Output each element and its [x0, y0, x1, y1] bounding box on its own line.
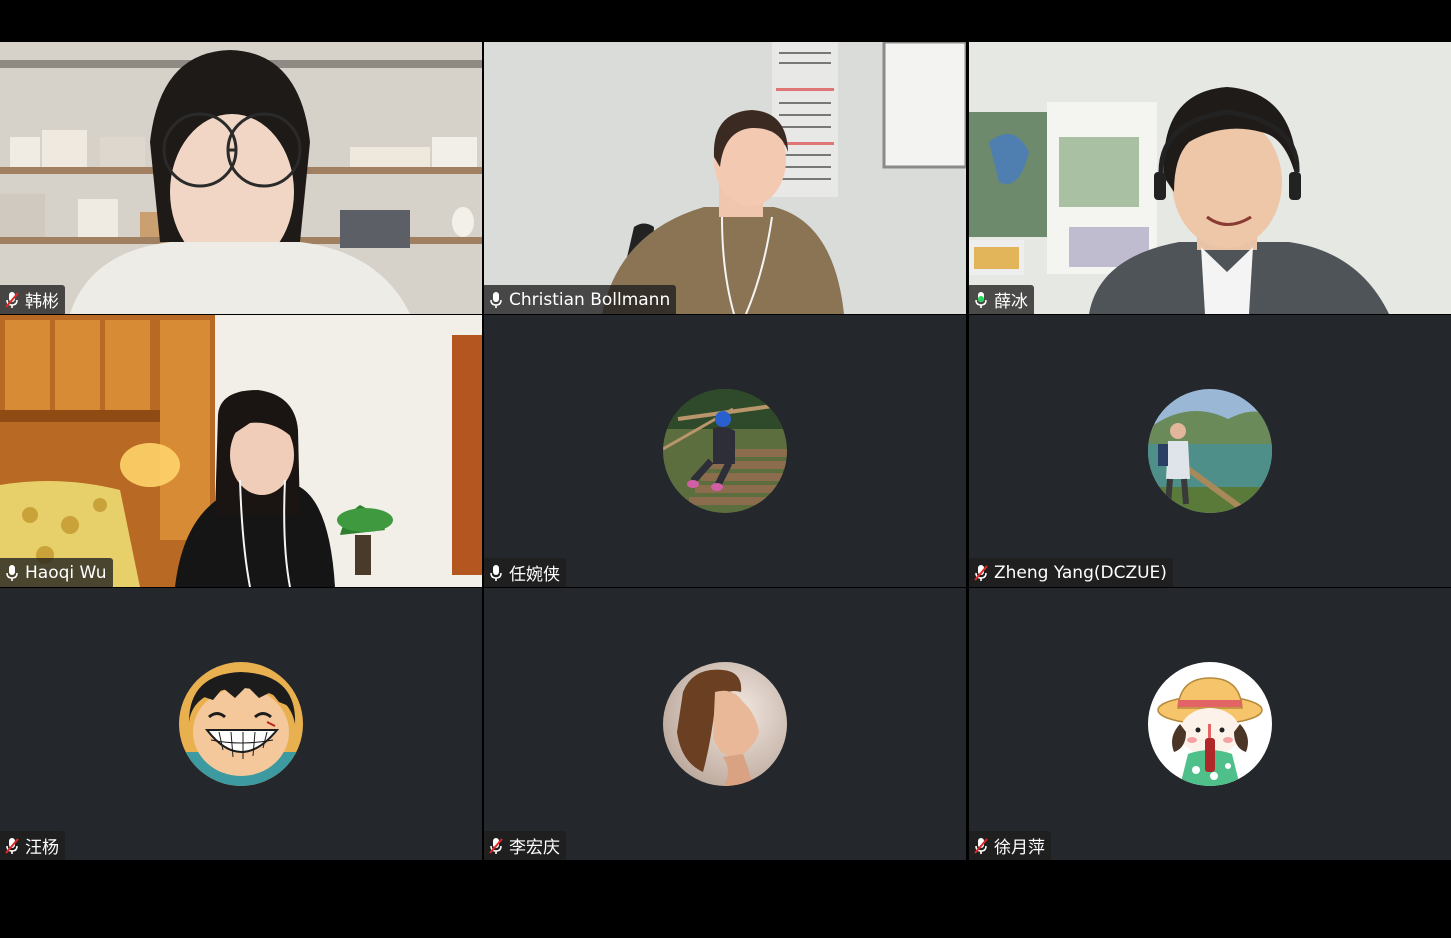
participant-name: 汪杨 — [25, 838, 59, 858]
participant-tile-7[interactable]: 汪杨 — [0, 588, 482, 860]
mic-speaking-icon — [975, 291, 987, 308]
participant-avatar — [663, 662, 787, 786]
participant-tile-5[interactable]: 任婉侠 — [484, 315, 966, 587]
participant-tile-9[interactable]: 徐月萍 — [969, 588, 1451, 860]
video-feed — [969, 42, 1451, 314]
participant-tile-2[interactable]: Christian Bollmann — [484, 42, 966, 314]
video-feed — [0, 315, 482, 587]
mic-muted-icon — [974, 564, 988, 581]
mic-muted-icon — [489, 837, 503, 854]
participant-avatar — [1148, 662, 1272, 786]
participant-name-tag: 汪杨 — [0, 831, 65, 860]
participant-name: Haoqi Wu — [25, 562, 107, 583]
mic-muted-icon — [974, 837, 988, 854]
participant-name-tag: Zheng Yang(DCZUE) — [969, 558, 1173, 587]
participant-avatar — [663, 389, 787, 513]
participant-tile-6[interactable]: Zheng Yang(DCZUE) — [969, 315, 1451, 587]
participant-name-tag: Christian Bollmann — [484, 285, 677, 314]
participant-avatar — [179, 662, 303, 786]
mic-icon — [490, 564, 502, 581]
participant-name-tag: 薛冰 — [969, 285, 1034, 314]
participant-name-tag: Haoqi Wu — [0, 558, 113, 587]
participant-tile-8[interactable]: 李宏庆 — [484, 588, 966, 860]
participant-name: 李宏庆 — [509, 838, 560, 858]
mic-muted-icon — [5, 291, 19, 308]
video-feed — [484, 42, 966, 314]
participant-name-tag: 李宏庆 — [484, 831, 566, 860]
participant-name: 任婉侠 — [509, 565, 560, 585]
participant-name: Zheng Yang(DCZUE) — [994, 562, 1167, 583]
mic-icon — [490, 291, 502, 308]
mic-icon — [6, 564, 18, 581]
mic-muted-icon — [5, 837, 19, 854]
participant-name: 韩彬 — [25, 292, 59, 312]
participant-tile-4[interactable]: Haoqi Wu — [0, 315, 482, 587]
video-feed — [0, 42, 482, 314]
video-gallery: 韩彬 Christian Bollmann 薛冰 Haoqi Wu 任婉侠 Zh… — [0, 42, 1451, 861]
participant-name-tag: 任婉侠 — [484, 558, 566, 587]
participant-name: 徐月萍 — [994, 838, 1045, 858]
participant-name-tag: 徐月萍 — [969, 831, 1051, 860]
participant-name-tag: 韩彬 — [0, 285, 65, 314]
participant-name: 薛冰 — [994, 292, 1028, 312]
participant-tile-3[interactable]: 薛冰 — [969, 42, 1451, 314]
participant-avatar — [1148, 389, 1272, 513]
participant-tile-1[interactable]: 韩彬 — [0, 42, 482, 314]
participant-name: Christian Bollmann — [509, 289, 671, 310]
